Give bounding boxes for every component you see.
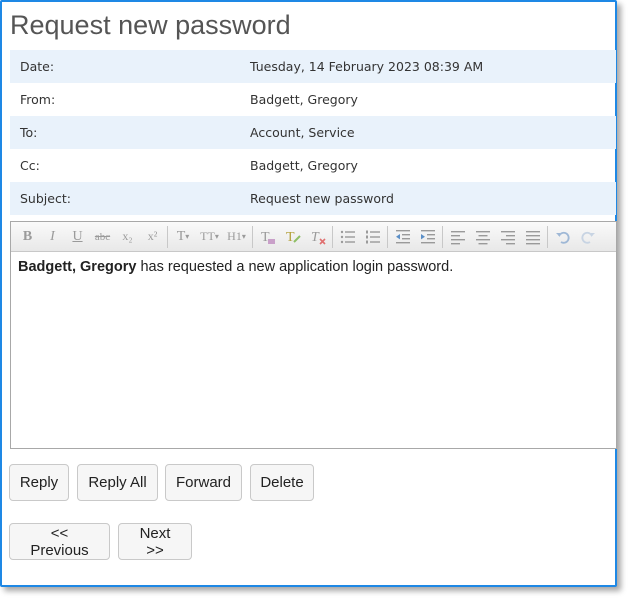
font-size-button[interactable]: TT ▾ bbox=[196, 225, 223, 249]
message-body[interactable]: Badgett, Gregory has requested a new app… bbox=[11, 252, 616, 282]
field-value: Badgett, Gregory bbox=[250, 92, 358, 107]
align-center-icon bbox=[475, 230, 490, 244]
indent-icon bbox=[420, 229, 435, 243]
reply-all-button[interactable]: Reply All bbox=[77, 464, 158, 501]
toolbar-separator bbox=[167, 225, 168, 248]
next-button[interactable]: Next >> bbox=[118, 523, 192, 560]
redo-button[interactable] bbox=[575, 225, 600, 249]
toolbar-separator bbox=[387, 225, 388, 248]
heading-glyph: H1 bbox=[227, 229, 242, 243]
rich-text-editor: B I U abc x₂ x² T ▾ TT ▾ H1 ▾ T T T Badg… bbox=[10, 221, 617, 449]
highlight-button[interactable]: T bbox=[280, 225, 305, 249]
message-window: Request new password Date: Tuesday, 14 F… bbox=[0, 0, 617, 587]
align-right-icon bbox=[500, 230, 515, 244]
strikethrough-button[interactable]: abc bbox=[90, 225, 115, 249]
chevron-down-icon: ▾ bbox=[241, 232, 246, 241]
body-text: has requested a new application login pa… bbox=[136, 259, 454, 275]
field-to: To: Account, Service bbox=[10, 116, 616, 149]
clear-format-button[interactable]: T bbox=[305, 225, 330, 249]
heading-button[interactable]: H1 ▾ bbox=[223, 225, 250, 249]
indent-button[interactable] bbox=[415, 225, 440, 249]
align-left-icon bbox=[450, 230, 465, 244]
delete-button[interactable]: Delete bbox=[250, 464, 314, 501]
numbered-list-button[interactable] bbox=[360, 225, 385, 249]
editor-toolbar: B I U abc x₂ x² T ▾ TT ▾ H1 ▾ T T T bbox=[11, 222, 616, 252]
bullet-list-button[interactable] bbox=[335, 225, 360, 249]
font-button[interactable]: T ▾ bbox=[170, 225, 196, 249]
toolbar-separator bbox=[547, 225, 548, 248]
text-color-icon: T bbox=[261, 230, 275, 245]
clear-format-icon: T bbox=[311, 230, 326, 245]
toolbar-separator bbox=[442, 225, 443, 248]
justify-button[interactable] bbox=[520, 225, 545, 249]
field-value: Request new password bbox=[250, 191, 394, 206]
redo-icon bbox=[580, 231, 595, 244]
text-color-button[interactable]: T bbox=[255, 225, 280, 249]
field-value: Badgett, Gregory bbox=[250, 158, 358, 173]
font-glyph: T bbox=[176, 228, 186, 244]
toolbar-separator bbox=[332, 225, 333, 248]
chevron-down-icon: ▾ bbox=[214, 232, 219, 241]
highlight-icon: T bbox=[286, 230, 301, 245]
field-label: Date: bbox=[20, 59, 55, 74]
align-left-button[interactable] bbox=[445, 225, 470, 249]
message-header-fields: Date: Tuesday, 14 February 2023 08:39 AM… bbox=[10, 50, 616, 215]
outdent-icon bbox=[395, 229, 410, 243]
field-cc: Cc: Badgett, Gregory bbox=[10, 149, 616, 182]
subscript-button[interactable]: x₂ bbox=[115, 225, 140, 249]
undo-button[interactable] bbox=[550, 225, 575, 249]
bold-button[interactable]: B bbox=[15, 225, 40, 249]
field-date: Date: Tuesday, 14 February 2023 08:39 AM bbox=[10, 50, 616, 83]
svg-text:T: T bbox=[286, 230, 295, 245]
undo-icon bbox=[555, 231, 570, 244]
outdent-button[interactable] bbox=[390, 225, 415, 249]
superscript-button[interactable]: x² bbox=[140, 225, 165, 249]
field-value: Tuesday, 14 February 2023 08:39 AM bbox=[250, 59, 484, 74]
field-label: To: bbox=[20, 125, 38, 140]
italic-button[interactable]: I bbox=[40, 225, 65, 249]
numbered-list-icon bbox=[365, 230, 380, 243]
body-sender-name: Badgett, Gregory bbox=[18, 259, 137, 275]
underline-button[interactable]: U bbox=[65, 225, 90, 249]
bullet-list-icon bbox=[340, 230, 355, 243]
field-from: From: Badgett, Gregory bbox=[10, 83, 616, 116]
field-subject: Subject: Request new password bbox=[10, 182, 616, 215]
field-label: From: bbox=[20, 92, 56, 107]
field-value: Account, Service bbox=[250, 125, 355, 140]
font-size-glyph: TT bbox=[200, 229, 215, 243]
field-label: Cc: bbox=[20, 158, 40, 173]
align-right-button[interactable] bbox=[495, 225, 520, 249]
justify-icon bbox=[525, 230, 540, 244]
svg-text:T: T bbox=[311, 230, 320, 245]
chevron-down-icon: ▾ bbox=[185, 232, 190, 241]
page-title: Request new password bbox=[10, 10, 291, 40]
previous-button[interactable]: << Previous bbox=[9, 523, 110, 560]
align-center-button[interactable] bbox=[470, 225, 495, 249]
forward-button[interactable]: Forward bbox=[165, 464, 242, 501]
reply-button[interactable]: Reply bbox=[9, 464, 69, 501]
toolbar-separator bbox=[252, 225, 253, 248]
field-label: Subject: bbox=[20, 191, 71, 206]
